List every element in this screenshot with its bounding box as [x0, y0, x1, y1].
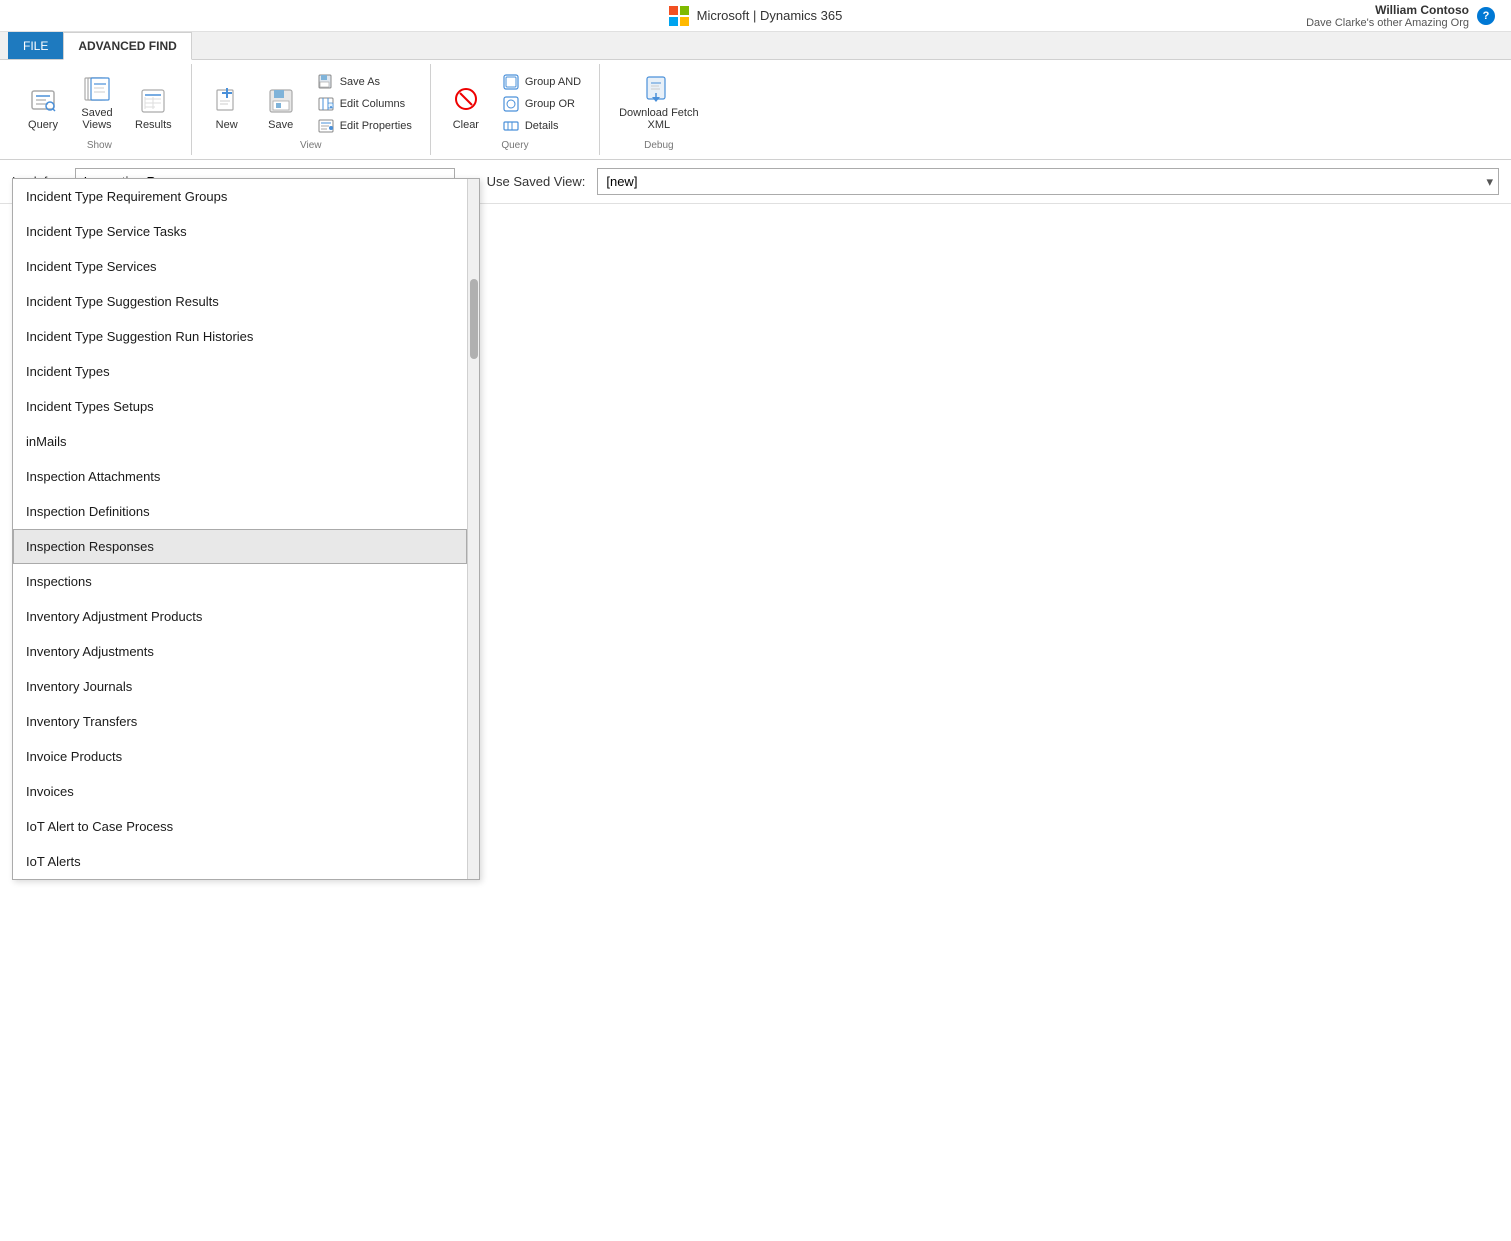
saved-views-label: SavedViews [81, 107, 112, 131]
user-info: William Contoso Dave Clarke's other Amaz… [1306, 3, 1469, 29]
debug-buttons: Download FetchXML [612, 68, 706, 136]
download-fetch-xml-icon [643, 73, 675, 105]
saved-views-icon [81, 73, 113, 105]
new-icon [211, 85, 243, 117]
microsoft-logo [669, 6, 689, 26]
dropdown-item[interactable]: IoT Alert to Case Process [13, 809, 467, 844]
group-or-label: Group OR [525, 98, 575, 110]
tab-advanced-find[interactable]: ADVANCED FIND [63, 32, 191, 60]
show-buttons: Query SavedViews [20, 68, 179, 136]
ribbon-group-query: Clear Group AND [431, 64, 600, 155]
query-group-label: Query [501, 140, 528, 151]
dropdown-item[interactable]: Invoices [13, 774, 467, 809]
user-area: William Contoso Dave Clarke's other Amaz… [1306, 3, 1495, 29]
clear-button[interactable]: Clear [443, 80, 489, 136]
debug-group-label: Debug [644, 140, 673, 151]
dropdown-item[interactable]: Incident Type Services [13, 249, 467, 284]
view-buttons: New Save [204, 68, 418, 136]
dropdown-item[interactable]: Inventory Transfers [13, 704, 467, 739]
results-button[interactable]: Results [128, 80, 179, 136]
clear-label: Clear [453, 119, 479, 131]
save-as-button[interactable]: Save As [312, 72, 386, 92]
ribbon: FILE ADVANCED FIND [0, 32, 1511, 160]
dropdown-item[interactable]: Incident Types Setups [13, 389, 467, 424]
query-small-buttons: Group AND Group OR [497, 72, 587, 136]
dropdown-item[interactable]: Incident Type Suggestion Run Histories [13, 319, 467, 354]
save-button[interactable]: Save [258, 80, 304, 136]
tab-file[interactable]: FILE [8, 32, 63, 59]
show-group-label: Show [87, 140, 112, 151]
new-label: New [216, 119, 238, 131]
results-icon [137, 85, 169, 117]
ribbon-group-debug: Download FetchXML Debug [600, 64, 718, 155]
dropdown-item[interactable]: Inventory Journals [13, 669, 467, 704]
new-button[interactable]: New [204, 80, 250, 136]
help-button[interactable]: ? [1477, 7, 1495, 25]
ribbon-content: Query SavedViews [0, 59, 1511, 159]
query-label: Query [28, 119, 58, 131]
dropdown-item[interactable]: Inspection Definitions [13, 494, 467, 529]
edit-columns-icon [318, 96, 334, 112]
edit-properties-label: Edit Properties [340, 120, 412, 132]
dropdown-item[interactable]: Inspections [13, 564, 467, 599]
dropdown-item[interactable]: Invoice Products [13, 739, 467, 774]
dropdown-item[interactable]: IoT Alerts [13, 844, 467, 879]
query-buttons: Clear Group AND [443, 68, 587, 136]
dropdown-item[interactable]: Inspection Attachments [13, 459, 467, 494]
dropdown-item[interactable]: Incident Type Suggestion Results [13, 284, 467, 319]
download-fetch-xml-button[interactable]: Download FetchXML [612, 68, 706, 136]
group-or-icon [503, 96, 519, 112]
group-and-button[interactable]: Group AND [497, 72, 587, 92]
download-fetch-xml-label: Download FetchXML [619, 107, 699, 131]
top-bar: Microsoft | Dynamics 365 William Contoso… [0, 0, 1511, 32]
saved-view-select[interactable]: [new] [597, 168, 1499, 195]
ribbon-group-view: New Save [192, 64, 431, 155]
query-button[interactable]: Query [20, 80, 66, 136]
details-label: Details [525, 120, 559, 132]
dropdown-item[interactable]: Incident Type Requirement Groups [13, 179, 467, 214]
ribbon-tabs: FILE ADVANCED FIND [0, 32, 1511, 59]
group-and-label: Group AND [525, 76, 581, 88]
dropdown-item[interactable]: Inventory Adjustment Products [13, 599, 467, 634]
save-as-label: Save As [340, 76, 380, 88]
edit-columns-button[interactable]: Edit Columns [312, 94, 411, 114]
dropdown-item[interactable]: Inspection Responses [13, 529, 467, 564]
save-label: Save [268, 119, 293, 131]
dropdown-scrollbar[interactable] [467, 179, 479, 879]
dropdown-item[interactable]: inMails [13, 424, 467, 459]
saved-views-button[interactable]: SavedViews [74, 68, 120, 136]
edit-properties-button[interactable]: Edit Properties [312, 116, 418, 136]
brand-text: Microsoft | Dynamics 365 [697, 8, 843, 23]
edit-properties-icon [318, 118, 334, 134]
saved-view-label: Use Saved View: [487, 174, 586, 189]
brand-area: Microsoft | Dynamics 365 [669, 6, 843, 26]
dropdown-list[interactable]: Incident Type Requirement GroupsIncident… [13, 179, 467, 879]
dropdown-item[interactable]: Incident Types [13, 354, 467, 389]
group-or-button[interactable]: Group OR [497, 94, 581, 114]
user-name: William Contoso [1306, 3, 1469, 17]
lookfor-dropdown[interactable]: Incident Type Requirement GroupsIncident… [12, 178, 480, 880]
details-button[interactable]: Details [497, 116, 565, 136]
save-as-icon [318, 74, 334, 90]
results-label: Results [135, 119, 172, 131]
edit-columns-label: Edit Columns [340, 98, 405, 110]
scroll-thumb [470, 279, 478, 359]
group-and-icon [503, 74, 519, 90]
dropdown-item[interactable]: Inventory Adjustments [13, 634, 467, 669]
ribbon-group-show: Query SavedViews [8, 64, 192, 155]
clear-icon [450, 85, 482, 117]
view-group-label: View [300, 140, 322, 151]
details-icon [503, 118, 519, 134]
saved-view-select-wrap[interactable]: [new] ▾ [597, 168, 1499, 195]
view-small-buttons: Save As [312, 72, 418, 136]
dropdown-item[interactable]: Incident Type Service Tasks [13, 214, 467, 249]
query-icon [27, 85, 59, 117]
save-icon [265, 85, 297, 117]
user-org: Dave Clarke's other Amazing Org [1306, 17, 1469, 29]
